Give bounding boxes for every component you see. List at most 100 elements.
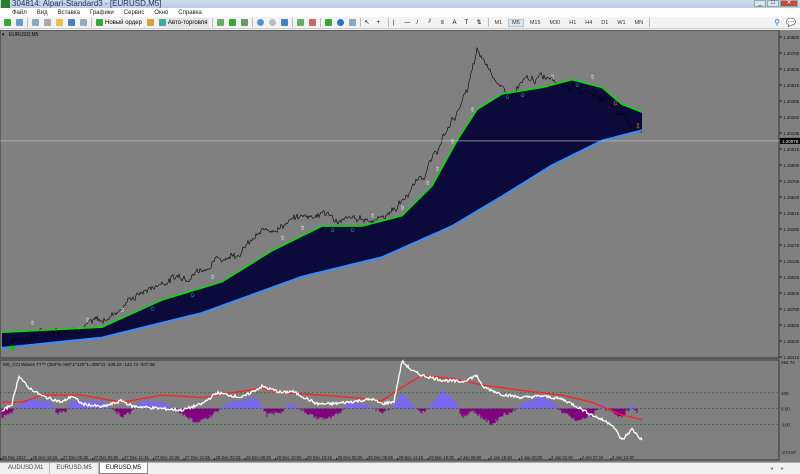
timeframe-h1[interactable]: H1 xyxy=(566,20,579,26)
indicator-scale-label: -274.57 xyxy=(781,450,797,455)
arrows-button[interactable]: ⇅ xyxy=(476,18,485,27)
metaeditor-button[interactable] xyxy=(146,18,155,27)
timeframe-m1[interactable]: M1 xyxy=(492,20,506,26)
time-tick-label: 2 Jan 20:30 xyxy=(521,455,544,460)
timeframe-m5[interactable]: M5 xyxy=(508,18,524,27)
data-window-button[interactable] xyxy=(43,18,52,27)
new-order-button[interactable]: Новый ордер xyxy=(95,18,143,27)
fibonacci-button[interactable]: ≡ xyxy=(440,18,449,27)
periods-button[interactable] xyxy=(336,18,345,27)
time-tick-label: 26 Dec 2017 xyxy=(2,455,26,460)
clock-icon xyxy=(336,19,344,26)
line-chart-button[interactable] xyxy=(240,18,249,27)
menu-file[interactable]: Файл xyxy=(12,10,27,16)
templates-button[interactable] xyxy=(348,18,357,27)
price-tick-label: 1.19145 xyxy=(783,259,800,264)
label-button[interactable]: T xyxy=(464,18,473,27)
menu-view[interactable]: Вид xyxy=(37,10,48,16)
price-tick-label: 1.18905 xyxy=(783,291,800,296)
maximize-button[interactable]: □ xyxy=(767,0,779,7)
time-tick-label: 28 Dec 13:55 xyxy=(277,455,303,460)
auto-trading-label: Авто-торговля xyxy=(167,19,208,26)
chart-tabs: AUDUSD,M1 EURUSD,M5 EURUSD,M5 ◂▸ xyxy=(0,462,800,474)
buy-arrow-icon: ⇧ xyxy=(30,320,35,327)
chart-menu-icon[interactable]: ▾ xyxy=(2,32,5,38)
buy-arrow-icon: ⇧ xyxy=(120,307,125,314)
new-order-icon xyxy=(96,19,103,26)
window-title: 304814: Alpari-Standard3 - [EURUSD,M5] xyxy=(12,0,162,8)
text-button[interactable]: A xyxy=(452,18,461,27)
menu-tools[interactable]: Сервис xyxy=(124,10,145,16)
autoscroll-button[interactable] xyxy=(308,18,317,27)
new-order-label: Новый ордер xyxy=(105,19,142,26)
strategy-tester-button[interactable] xyxy=(79,18,88,27)
buy-arrow-icon: ⇧ xyxy=(400,205,405,212)
star-signal-icon: ✩ xyxy=(520,92,525,99)
trendline-button[interactable]: / xyxy=(416,18,425,27)
horizontal-line-button[interactable]: — xyxy=(404,18,413,27)
folder-icon xyxy=(56,19,63,26)
new-chart-button[interactable] xyxy=(3,18,12,27)
bar-chart-button[interactable] xyxy=(216,18,225,27)
market-watch-button[interactable] xyxy=(31,18,40,27)
timeframe-h4[interactable]: H4 xyxy=(582,20,595,26)
new-chart-icon xyxy=(4,19,11,26)
time-tick-label: 29 Dec 11:15 xyxy=(399,455,424,460)
vertical-line-button[interactable]: | xyxy=(392,18,401,27)
autoscroll-icon xyxy=(308,19,316,26)
chart-canvas[interactable]: ⇧ ⇧ ⇧ ✩ ✩ ⇧ ⇧ ⇧ ✩ ✩ ⇧ ⇧ ⇧ ⇧ ⇧ ⇧ ✩ ✩ ⇧ ✩ ⇧ ⇩ ⇩ 1.20880 1.20760 1.2… xyxy=(0,30,800,462)
chat-icon[interactable]: 💬 xyxy=(786,18,796,27)
buy-arrow-icon: ⇧ xyxy=(435,166,440,173)
price-tick-label: 1.19890 xyxy=(783,163,800,168)
buy-arrow-icon: ⇧ xyxy=(590,74,595,81)
price-tick-label: 1.19515 xyxy=(783,211,800,216)
line-chart-icon xyxy=(240,19,248,26)
timeframe-w1[interactable]: W1 xyxy=(614,20,628,26)
menu-bar: Файл Вид Вставка Графики Сервис Окно Спр… xyxy=(0,8,800,23)
price-tick-label: 1.20015 xyxy=(783,147,800,152)
menu-insert[interactable]: Вставка xyxy=(58,10,80,16)
timeframe-m30[interactable]: M30 xyxy=(547,20,564,26)
channel-button[interactable]: ⫽ xyxy=(428,18,437,27)
timeframe-mn[interactable]: MN xyxy=(632,20,647,26)
indicators-button[interactable] xyxy=(324,18,333,27)
main-plot-frame xyxy=(0,30,780,359)
tab-scroll-arrows[interactable]: ◂▸ xyxy=(770,465,792,472)
chart-shift-button[interactable] xyxy=(296,18,305,27)
auto-trading-button[interactable]: Авто-торговля xyxy=(157,18,209,27)
time-tick-label: 29 Dec 16:35 xyxy=(429,455,455,460)
zoom-in-button[interactable] xyxy=(256,18,265,27)
close-button[interactable]: ✕ xyxy=(780,0,798,7)
tab-eurusd-m5[interactable]: EURUSD,M5 xyxy=(50,463,99,474)
star-signal-icon: ✩ xyxy=(575,82,580,89)
terminal-button[interactable] xyxy=(67,18,76,27)
profiles-button[interactable] xyxy=(15,18,24,27)
menu-help[interactable]: Справка xyxy=(178,10,202,16)
menu-window[interactable]: Окно xyxy=(154,10,168,16)
navigator-button[interactable] xyxy=(55,18,64,27)
star-signal-icon: ✩ xyxy=(350,227,355,234)
chart-window[interactable]: ⇧ ⇧ ⇧ ✩ ✩ ⇧ ⇧ ⇧ ✩ ✩ ⇧ ⇧ ⇧ ⇧ ⇧ ⇧ ✩ ✩ ⇧ ✩ ⇧ ⇩ ⇩ 1.20880 1.20760 1.2… xyxy=(0,30,800,462)
buy-arrow-icon: ⇧ xyxy=(470,106,475,113)
tab-eurusd-m5-active[interactable]: EURUSD,M5 xyxy=(98,463,149,474)
time-tick-label: 3 Jan 07:10 xyxy=(582,455,605,460)
crosshair-button[interactable]: + xyxy=(376,18,385,27)
time-tick-label: 3 Jan 01:50 xyxy=(551,455,574,460)
minimize-button[interactable]: _ xyxy=(754,0,766,7)
candlestick-button[interactable] xyxy=(228,18,237,27)
tile-windows-button[interactable] xyxy=(280,18,289,27)
zoom-out-button[interactable] xyxy=(268,18,277,27)
title-bar: 304814: Alpari-Standard3 - [EURUSD,M5] _… xyxy=(0,0,800,8)
time-tick-label: 2 Jan 09:50 xyxy=(460,455,483,460)
menu-charts[interactable]: Графики xyxy=(90,10,114,16)
bar-chart-icon xyxy=(216,19,224,26)
price-tick-label: 1.20635 xyxy=(783,67,800,72)
timeframe-m15[interactable]: M15 xyxy=(527,20,544,26)
buy-arrow-icon: ⇧ xyxy=(85,317,90,324)
cursor-button[interactable]: ↖ xyxy=(364,18,373,27)
vertical-line-icon: | xyxy=(392,19,395,26)
price-tick-label: 1.20135 xyxy=(783,131,800,136)
timeframe-d1[interactable]: D1 xyxy=(598,20,611,26)
search-icon[interactable]: ⚲ xyxy=(774,18,780,27)
tab-audusd-m1[interactable]: AUDUSD,M1 xyxy=(2,463,51,474)
